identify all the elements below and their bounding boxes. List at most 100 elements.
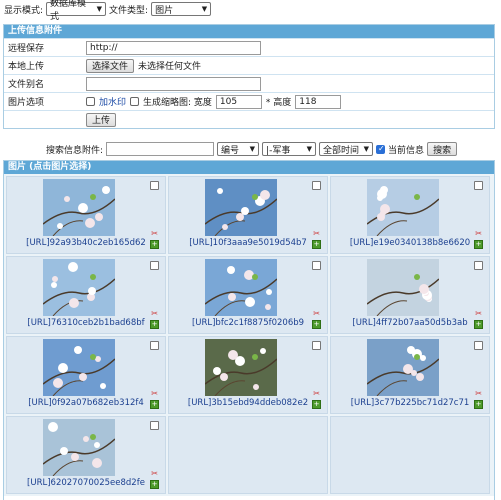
cut-icon[interactable]: ✂ bbox=[313, 229, 320, 238]
file-type-value: 图片 bbox=[155, 5, 174, 16]
search-label: 搜索信息附件: bbox=[46, 145, 104, 156]
blossom-thumbnail[interactable] bbox=[43, 259, 115, 316]
empty-tile bbox=[168, 416, 328, 494]
select-checkbox[interactable] bbox=[474, 261, 483, 270]
watermark-label: 加水印 bbox=[99, 98, 127, 108]
blossom-thumbnail[interactable] bbox=[43, 179, 115, 236]
alias-row: 文件别名 bbox=[4, 74, 494, 92]
select-checkbox[interactable] bbox=[150, 421, 159, 430]
image-tile[interactable]: ✂ + [URL]3c77b225bc71d27c71 bbox=[330, 336, 490, 414]
chevron-down-icon: ▼ bbox=[201, 5, 208, 13]
alias-label: 文件别名 bbox=[8, 80, 45, 90]
empty-tile bbox=[330, 416, 490, 494]
local-upload-row: 本地上传 选择文件 未选择任何文件 bbox=[4, 56, 494, 74]
image-tile[interactable]: ✂ + [URL]10f3aaa9e5019d54b7 bbox=[168, 176, 328, 254]
search-field-select[interactable]: 编号 ▼ bbox=[217, 142, 260, 156]
cut-icon[interactable]: ✂ bbox=[313, 309, 320, 318]
cut-icon[interactable]: ✂ bbox=[313, 389, 320, 398]
time-select[interactable]: 全部时间 ▼ bbox=[319, 142, 374, 156]
display-toolbar: 显示模式: 数据库模式 ▼ 文件类型: 图片 ▼ bbox=[0, 0, 501, 22]
image-options-row: 图片选项 加水印 生成缩略图: 宽度 105 * 高度 118 bbox=[4, 92, 494, 110]
file-type-label: 文件类型: bbox=[109, 5, 149, 16]
chevron-down-icon: ▼ bbox=[249, 145, 256, 153]
display-mode-value: 数据库模式 bbox=[50, 0, 87, 22]
thumbnail-label: 生成缩略图: 宽度 bbox=[143, 98, 212, 108]
select-checkbox[interactable] bbox=[150, 341, 159, 350]
chevron-down-icon: ▼ bbox=[363, 145, 370, 153]
gallery-panel: 图片 (点击图片选择) ✂ + [URL]92a93b40c2eb165d62 ✂ +[… bbox=[3, 160, 495, 500]
search-button[interactable]: 搜索 bbox=[427, 142, 458, 156]
image-caption[interactable]: [URL]e19e0340138b8e6620 bbox=[331, 238, 489, 248]
image-caption[interactable]: [URL]76310ceb2b1bad68bf bbox=[7, 318, 165, 328]
chevron-down-icon: ▼ bbox=[306, 145, 313, 153]
thumbnail-checkbox[interactable] bbox=[130, 97, 140, 106]
upload-panel-title: 上传信息附件 bbox=[4, 25, 494, 38]
image-tile[interactable]: ✂ + [URL]92a93b40c2eb165d62 bbox=[6, 176, 166, 254]
image-tile[interactable]: ✂ + [URL]62027070025ee8d2fe bbox=[6, 416, 166, 494]
select-checkbox[interactable] bbox=[150, 261, 159, 270]
image-tile[interactable]: ✂ + [URL]3b15ebd94ddeb082e2 bbox=[168, 336, 328, 414]
blossom-thumbnail[interactable] bbox=[43, 339, 115, 396]
image-tile[interactable]: ✂ + [URL]e19e0340138b8e6620 bbox=[330, 176, 490, 254]
blossom-thumbnail[interactable] bbox=[367, 339, 439, 396]
upload-button[interactable]: 上传 bbox=[86, 112, 117, 127]
cut-icon[interactable]: ✂ bbox=[151, 309, 158, 318]
image-caption[interactable]: [URL]4ff72b07aa50d5b3ab bbox=[331, 318, 489, 328]
image-options-label: 图片选项 bbox=[8, 98, 45, 108]
gallery-panel-title: 图片 (点击图片选择) bbox=[4, 161, 494, 174]
blossom-thumbnail[interactable] bbox=[43, 419, 115, 476]
no-file-text: 未选择任何文件 bbox=[138, 62, 202, 72]
height-label: * 高度 bbox=[265, 98, 292, 108]
select-checkbox[interactable] bbox=[474, 181, 483, 190]
search-bar: 搜索信息附件: 编号 ▼ |-军事 ▼ 全部时间 ▼ 当前信息 搜索 bbox=[0, 140, 501, 158]
blossom-thumbnail[interactable] bbox=[205, 179, 277, 236]
image-caption[interactable]: [URL]10f3aaa9e5019d54b7 bbox=[169, 238, 327, 248]
height-input[interactable]: 118 bbox=[295, 94, 342, 109]
image-grid: ✂ + [URL]92a93b40c2eb165d62 ✂ + [URL]10f3aaa9… bbox=[4, 174, 494, 496]
remote-url-input[interactable]: http:// bbox=[86, 40, 261, 55]
cut-icon[interactable]: ✂ bbox=[151, 229, 158, 238]
current-info-checkbox[interactable] bbox=[376, 144, 386, 154]
select-checkbox[interactable] bbox=[312, 341, 321, 350]
choose-file-button[interactable]: 选择文件 bbox=[86, 58, 135, 73]
image-caption[interactable]: [URL]3c77b225bc71d27c71 bbox=[331, 398, 489, 408]
category-value: |-军事 bbox=[266, 145, 291, 156]
remote-save-row: 远程保存 http:// bbox=[4, 38, 494, 56]
search-field-value: 编号 bbox=[221, 145, 240, 156]
category-select[interactable]: |-军事 ▼ bbox=[262, 142, 317, 156]
blossom-thumbnail[interactable] bbox=[367, 179, 439, 236]
image-caption[interactable]: [URL]62027070025ee8d2fe bbox=[7, 478, 165, 488]
alias-input[interactable] bbox=[86, 76, 261, 91]
select-checkbox[interactable] bbox=[312, 181, 321, 190]
local-upload-label: 本地上传 bbox=[8, 62, 45, 72]
cut-icon[interactable]: ✂ bbox=[151, 469, 158, 478]
remote-save-label: 远程保存 bbox=[8, 44, 45, 54]
chevron-down-icon: ▼ bbox=[96, 5, 103, 13]
image-tile[interactable]: ✂ + [URL]76310ceb2b1bad68bf bbox=[6, 256, 166, 334]
select-checkbox[interactable] bbox=[474, 341, 483, 350]
upload-action-row: 上传 bbox=[4, 110, 494, 128]
image-tile[interactable]: ✂ + [URL]4ff72b07aa50d5b3ab bbox=[330, 256, 490, 334]
current-info-label: 当前信息 bbox=[388, 145, 425, 156]
display-mode-select[interactable]: 数据库模式 ▼ bbox=[46, 0, 107, 22]
search-input[interactable] bbox=[106, 142, 215, 156]
image-caption[interactable]: [URL]3b15ebd94ddeb082e2 bbox=[169, 398, 327, 408]
cut-icon[interactable]: ✂ bbox=[475, 389, 482, 398]
image-caption[interactable]: [URL]92a93b40c2eb165d62 bbox=[7, 238, 165, 248]
image-tile[interactable]: ✂ + [URL]bfc2c1f8875f0206b9 bbox=[168, 256, 328, 334]
image-caption[interactable]: [URL]bfc2c1f8875f0206b9 bbox=[169, 318, 327, 328]
image-caption[interactable]: [URL]0f92a07b682eb312f4 bbox=[7, 398, 165, 408]
file-type-select[interactable]: 图片 ▼ bbox=[151, 2, 212, 16]
watermark-checkbox[interactable] bbox=[86, 97, 95, 106]
display-mode-label: 显示模式: bbox=[4, 5, 44, 16]
select-checkbox[interactable] bbox=[312, 261, 321, 270]
image-tile[interactable]: ✂ + [URL]0f92a07b682eb312f4 bbox=[6, 336, 166, 414]
blossom-thumbnail[interactable] bbox=[367, 259, 439, 316]
cut-icon[interactable]: ✂ bbox=[475, 229, 482, 238]
cut-icon[interactable]: ✂ bbox=[151, 389, 158, 398]
cut-icon[interactable]: ✂ bbox=[475, 309, 482, 318]
blossom-thumbnail[interactable] bbox=[205, 339, 277, 396]
blossom-thumbnail[interactable] bbox=[205, 259, 277, 316]
width-input[interactable]: 105 bbox=[215, 94, 262, 109]
select-checkbox[interactable] bbox=[150, 181, 159, 190]
